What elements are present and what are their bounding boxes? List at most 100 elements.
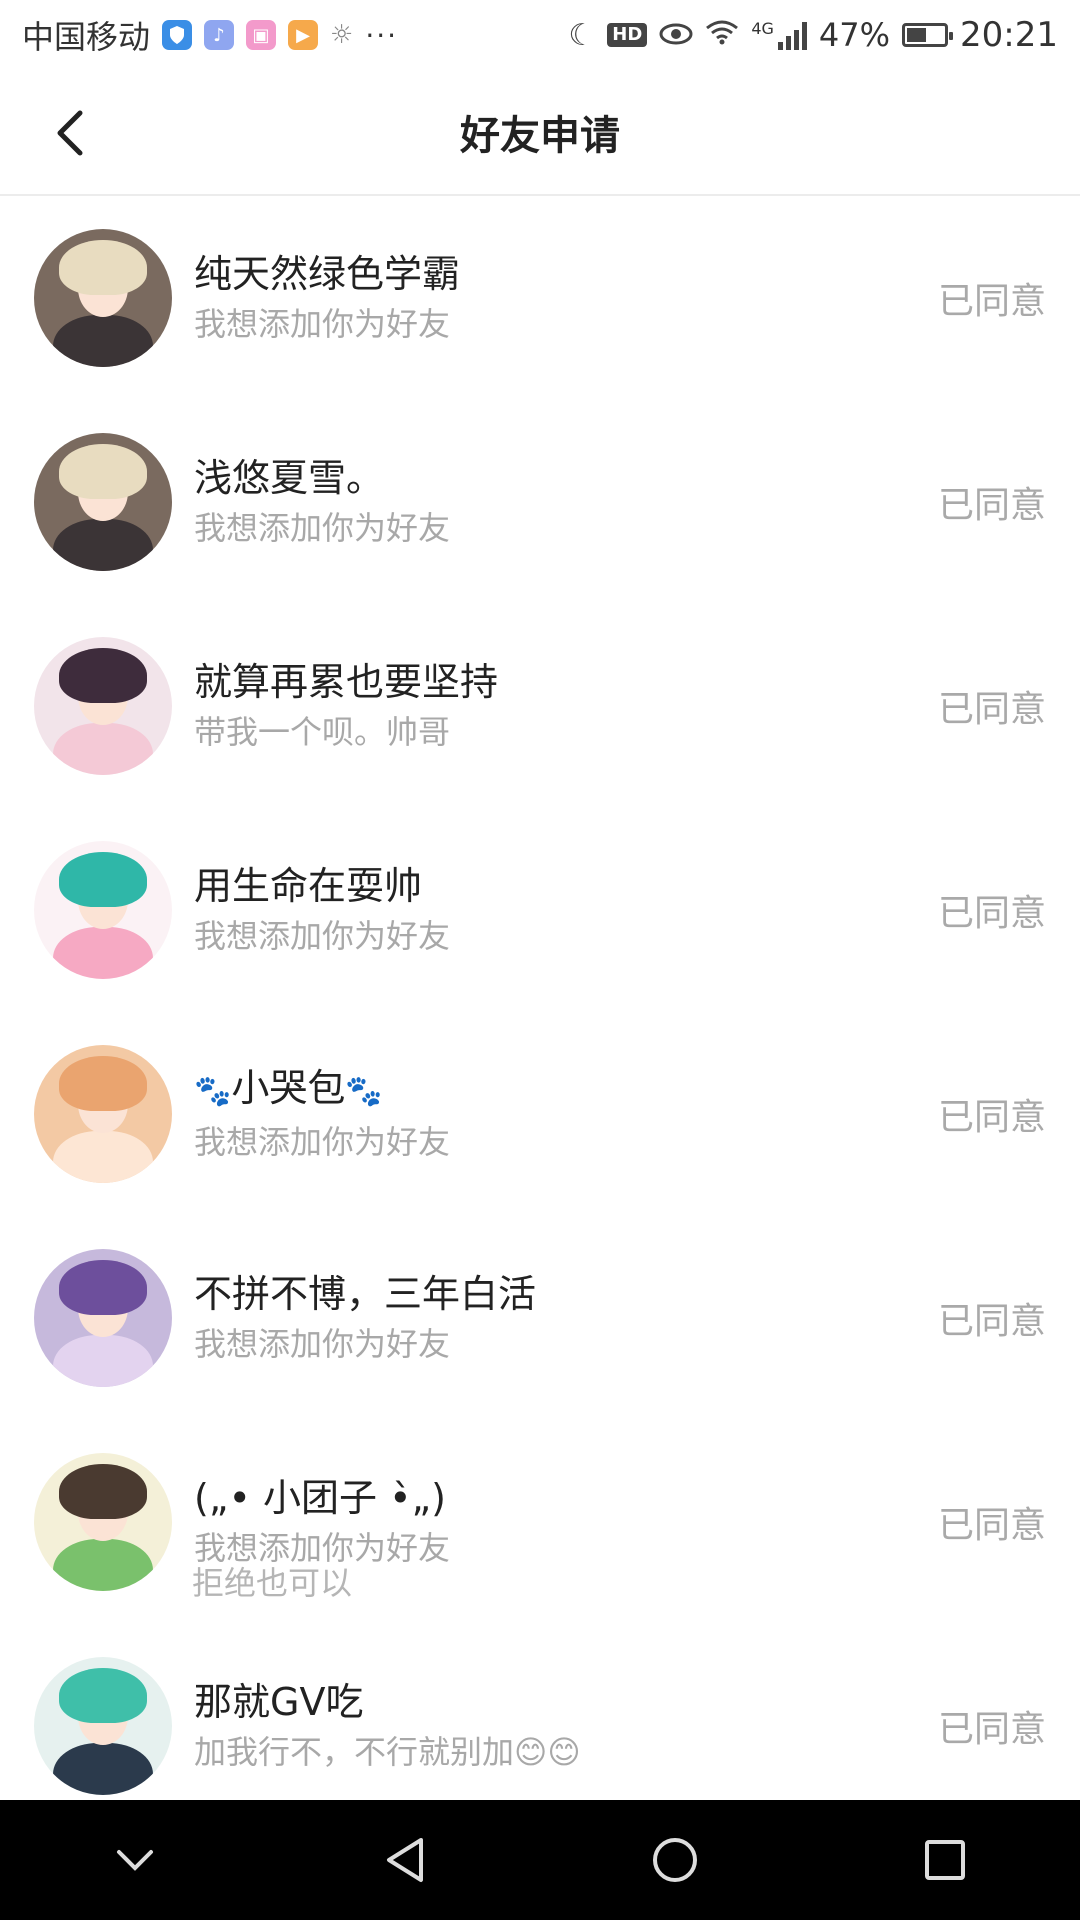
navigation-bar: [0, 1800, 1080, 1920]
sun-icon: ☼: [330, 20, 354, 50]
request-status: 已同意: [937, 1097, 1046, 1138]
requester-name-text: 小哭包: [231, 1066, 346, 1110]
friend-request-row[interactable]: 🐾小哭包🐾 我想添加你为好友 已同意: [0, 1012, 1080, 1216]
requester-name-text: („• 小团子 •̀„): [194, 1476, 447, 1520]
page-title: 好友申请: [460, 113, 620, 159]
request-text: 🐾小哭包🐾 我想添加你为好友: [194, 1062, 916, 1166]
avatar[interactable]: [34, 1045, 172, 1183]
avatar-hair: [58, 240, 148, 296]
recents-square-icon: [925, 1840, 965, 1880]
status-right: ☾ HD 4G 47% 20:21: [568, 15, 1058, 55]
avatar-hair: [58, 1260, 148, 1316]
request-status: 已同意: [937, 1505, 1046, 1546]
back-triangle-icon: [387, 1838, 423, 1882]
request-message: 加我行不，不行就别加😊😊: [194, 1733, 581, 1771]
avatar-body: [53, 1130, 153, 1183]
friend-request-row[interactable]: 纯天然绿色学霸 我想添加你为好友 已同意: [0, 196, 1080, 400]
requester-name-text: 不拼不博，三年白活: [194, 1272, 537, 1316]
paw-icon: 🐾: [345, 1074, 383, 1109]
requester-name: 那就GV吃: [194, 1676, 916, 1728]
avatar-body: [53, 1538, 153, 1591]
request-text: 浅悠夏雪。我想添加你为好友: [194, 452, 916, 552]
friend-request-list[interactable]: 纯天然绿色学霸 我想添加你为好友 已同意 浅悠夏雪。 我想添加你为好友 已同意 就算再累也要…: [0, 196, 1080, 1800]
gift-icon: ▣: [246, 20, 277, 50]
nav-hide-button[interactable]: [85, 1810, 185, 1910]
request-text: („• 小团子 •̀„) 我想添加你为好友: [194, 1472, 916, 1572]
requester-name: („• 小团子 •̀„): [194, 1472, 916, 1524]
avatar-hair: [58, 1056, 148, 1112]
nav-home-button[interactable]: [625, 1810, 725, 1910]
partial-message: 拒绝也可以: [192, 1564, 353, 1602]
requester-name-text: 用生命在耍帅: [194, 864, 423, 908]
requester-name: 纯天然绿色学霸: [194, 248, 916, 300]
requester-name: 用生命在耍帅: [194, 860, 916, 912]
carrier-label: 中国移动: [22, 18, 151, 56]
shield-icon: [162, 20, 193, 50]
avatar-hair: [58, 444, 148, 500]
request-text: 那就GV吃加我行不，不行就别加😊😊: [194, 1676, 916, 1776]
avatar-body: [53, 1742, 153, 1795]
music-icon: ♪: [204, 20, 235, 50]
avatar-body: [53, 926, 153, 979]
requester-name-text: 那就GV吃: [194, 1680, 364, 1724]
request-message: 我想添加你为好友: [194, 917, 451, 955]
request-status: 已同意: [937, 689, 1046, 730]
requester-name-text: 浅悠夏雪。: [194, 456, 385, 500]
clock: 20:21: [960, 15, 1058, 55]
avatar-hair: [58, 648, 148, 704]
request-message: 我想添加你为好友: [194, 305, 451, 343]
requester-name: 🐾小哭包🐾: [194, 1062, 916, 1118]
avatar-hair: [58, 852, 148, 908]
requester-name: 就算再累也要坚持: [194, 656, 916, 708]
signal-icon: [777, 20, 807, 50]
requester-name-text: 就算再累也要坚持: [194, 660, 499, 704]
requester-name-text: 纯天然绿色学霸: [194, 252, 461, 296]
request-message: 带我一个呗。帅哥: [194, 713, 451, 751]
avatar[interactable]: [34, 433, 172, 571]
avatar[interactable]: [34, 1453, 172, 1591]
avatar-body: [53, 518, 153, 571]
requester-name: 不拼不博，三年白活: [194, 1268, 916, 1320]
friend-request-row[interactable]: 那就GV吃加我行不，不行就别加😊😊 已同意: [0, 1624, 1080, 1800]
request-status: 已同意: [937, 893, 1046, 934]
request-message: 我想添加你为好友: [194, 509, 451, 547]
wifi-icon: [705, 18, 739, 53]
moon-icon: ☾: [568, 17, 596, 53]
friend-request-row[interactable]: 浅悠夏雪。 我想添加你为好友 已同意: [0, 400, 1080, 604]
battery-percent: 47%: [818, 16, 891, 54]
request-status: 已同意: [937, 281, 1046, 322]
avatar[interactable]: [34, 229, 172, 367]
battery-icon: [902, 23, 954, 47]
request-message: 我想添加你为好友: [194, 1325, 451, 1363]
network-label: 4G: [751, 18, 774, 38]
video-icon: ▶: [288, 20, 319, 50]
request-text: 就算再累也要坚持带我一个呗。帅哥: [194, 656, 916, 756]
back-button[interactable]: [40, 100, 100, 166]
avatar[interactable]: [34, 1657, 172, 1795]
friend-request-row[interactable]: 不拼不博，三年白活 我想添加你为好友 已同意: [0, 1216, 1080, 1420]
home-circle-icon: [653, 1838, 697, 1882]
request-text: 用生命在耍帅我想添加你为好友: [194, 860, 916, 960]
avatar[interactable]: [34, 637, 172, 775]
avatar-body: [53, 314, 153, 367]
screen: 中国移动 ♪ ▣ ▶ ☼ ··· ☾ HD 4G 47% 20:21 好友申请 …: [0, 0, 1080, 1920]
avatar-body: [53, 722, 153, 775]
friend-request-row[interactable]: („• 小团子 •̀„) 我想添加你为好友 已同意: [0, 1420, 1080, 1624]
eye-icon: [659, 18, 693, 53]
avatar[interactable]: [34, 1249, 172, 1387]
friend-request-row[interactable]: 用生命在耍帅 我想添加你为好友 已同意: [0, 808, 1080, 1012]
friend-request-row[interactable]: 就算再累也要坚持 带我一个呗。帅哥 已同意: [0, 604, 1080, 808]
request-text: 纯天然绿色学霸我想添加你为好友: [194, 248, 916, 348]
overflow-dots: ···: [365, 18, 399, 52]
header: 好友申请: [0, 70, 1080, 196]
request-status: 已同意: [937, 1301, 1046, 1342]
request-message: 我想添加你为好友: [194, 1123, 451, 1161]
nav-recents-button[interactable]: [895, 1810, 995, 1910]
avatar[interactable]: [34, 841, 172, 979]
request-text: 不拼不博，三年白活我想添加你为好友: [194, 1268, 916, 1368]
nav-back-button[interactable]: [355, 1810, 455, 1910]
avatar-body: [53, 1334, 153, 1387]
hd-badge: HD: [607, 23, 648, 47]
request-status: 已同意: [937, 1709, 1046, 1750]
avatar-hair: [58, 1464, 148, 1520]
